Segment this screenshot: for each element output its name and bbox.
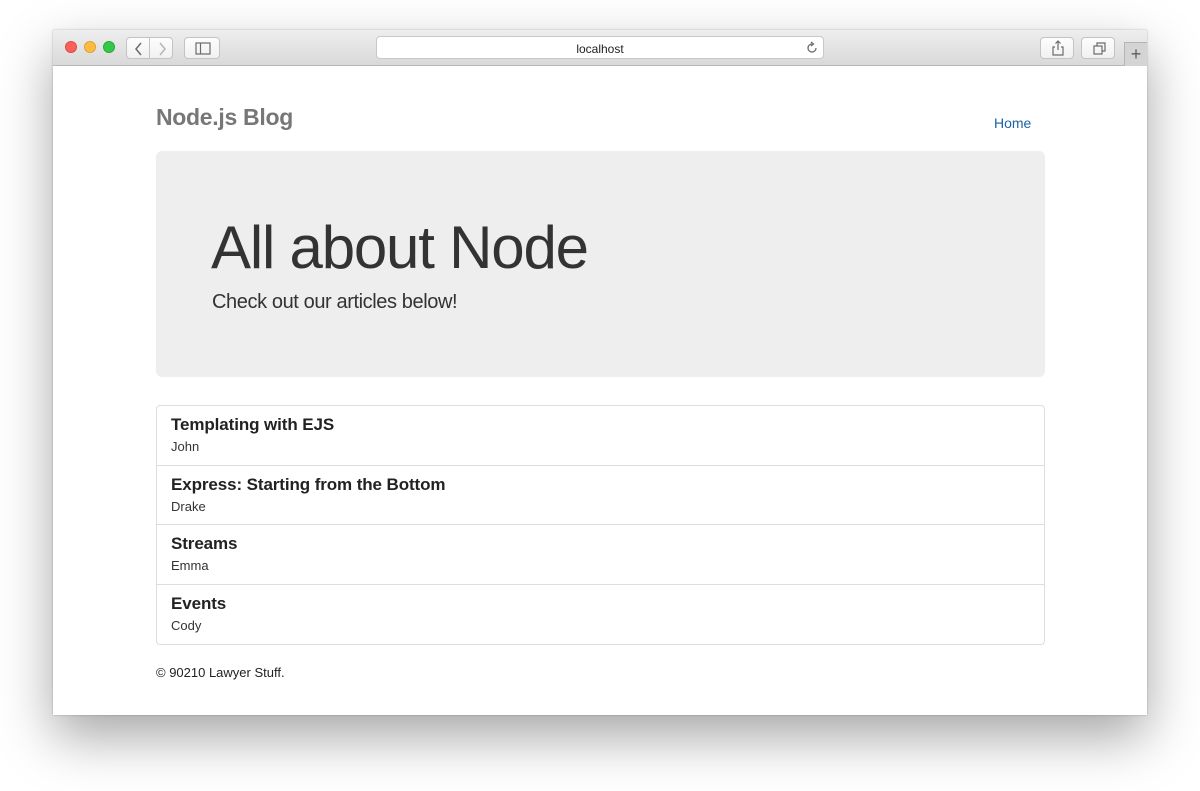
- hero-subheading: Check out our articles below!: [212, 291, 458, 313]
- tabs-overview-button[interactable]: [1081, 37, 1115, 59]
- hero-jumbotron: All about Node Check out our articles be…: [156, 151, 1045, 377]
- browser-toolbar: localhost +: [53, 30, 1147, 66]
- browser-window: localhost + Node.js Blog Home All about …: [53, 30, 1147, 715]
- address-bar[interactable]: localhost: [376, 36, 824, 59]
- page-footer: © 90210 Lawyer Stuff.: [156, 665, 285, 680]
- article-title: Express: Starting from the Bottom: [171, 474, 446, 494]
- sidebar-button[interactable]: [184, 37, 220, 59]
- article-author: Cody: [171, 617, 202, 633]
- article-item[interactable]: Events Cody: [157, 585, 1044, 645]
- new-tab-button[interactable]: +: [1124, 42, 1147, 66]
- reload-icon[interactable]: [805, 41, 819, 55]
- share-icon: [1052, 40, 1064, 56]
- sidebar-icon: [195, 42, 211, 55]
- page-content: Node.js Blog Home All about Node Check o…: [53, 67, 1147, 715]
- chevron-left-icon: [135, 42, 142, 56]
- url-text: localhost: [576, 42, 624, 56]
- close-window-button[interactable]: [65, 41, 77, 53]
- nav-home-link[interactable]: Home: [994, 115, 1031, 131]
- back-button[interactable]: [126, 37, 150, 59]
- article-item[interactable]: Templating with EJS John: [157, 406, 1044, 466]
- article-title: Events: [171, 593, 227, 613]
- article-list: Templating with EJS John Express: Starti…: [156, 405, 1045, 645]
- forward-button[interactable]: [149, 37, 173, 59]
- minimize-window-button[interactable]: [84, 41, 96, 53]
- chevron-right-icon: [159, 42, 166, 56]
- site-brand[interactable]: Node.js Blog: [156, 104, 293, 131]
- article-title: Templating with EJS: [171, 415, 335, 434]
- article-title: Streams: [171, 534, 238, 553]
- tabs-overview-icon: [1093, 42, 1106, 55]
- hero-heading: All about Node: [211, 214, 589, 281]
- article-item[interactable]: Express: Starting from the Bottom Drake: [157, 466, 1044, 525]
- article-item[interactable]: Streams Emma: [157, 525, 1044, 585]
- share-button[interactable]: [1040, 37, 1074, 59]
- article-author: Emma: [171, 558, 209, 573]
- zoom-window-button[interactable]: [103, 41, 115, 53]
- article-author: Drake: [171, 498, 206, 514]
- article-author: John: [171, 439, 200, 454]
